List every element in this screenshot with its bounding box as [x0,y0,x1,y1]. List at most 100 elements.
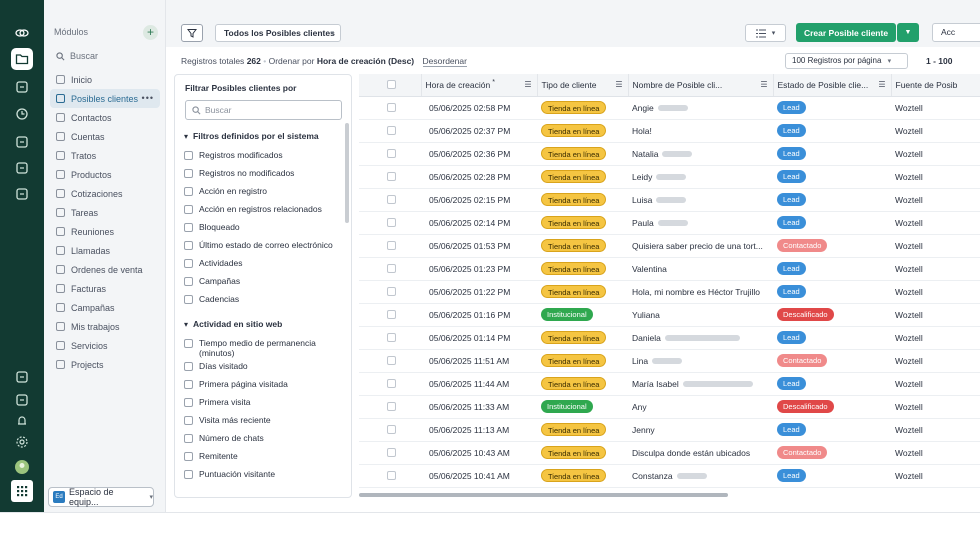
filter-checkbox[interactable] [184,416,193,425]
column-menu-icon[interactable]: ☰ [524,80,531,89]
lead-name[interactable]: Natalia [632,149,658,159]
filter-checkbox[interactable] [184,151,193,160]
lead-name[interactable]: Luisa [632,195,652,205]
filter-section-header[interactable]: ▾ Filtros definidos por el sistema [184,129,339,143]
lead-name-cell[interactable]: Paula [628,211,773,235]
filter-checkbox[interactable] [184,205,193,214]
lead-name[interactable]: Hola, mi nombre es Héctor Trujillo [632,287,760,297]
lead-name-cell[interactable]: Leidy [628,165,773,189]
lead-name[interactable]: Quisiera saber precio de una tort... [632,241,763,251]
filter-option[interactable]: Visita más reciente [184,412,339,430]
lead-name-cell[interactable]: María Isabel [628,372,773,396]
module-item[interactable]: Projects [50,355,160,374]
module-item[interactable]: Ordenes de venta [50,260,160,279]
module-item[interactable]: Tareas [50,203,160,222]
table-row[interactable]: 05/06/2025 02:58 PM Tienda en línea Angie L… [359,96,980,120]
filter-checkbox[interactable] [184,398,193,407]
lead-name-cell[interactable]: Lina [628,349,773,373]
filter-scrollbar[interactable] [345,123,349,223]
filter-option[interactable]: Registros modificados [184,147,339,165]
lead-name[interactable]: Angie [632,103,654,113]
bell-icon[interactable] [11,410,33,432]
horizontal-scrollbar[interactable] [359,493,728,497]
column-menu-icon[interactable]: ☰ [878,80,885,89]
lead-name-cell[interactable]: Jenny [628,418,773,442]
filter-checkbox[interactable] [184,241,193,250]
row-checkbox[interactable] [387,471,396,480]
lead-name[interactable]: Valentina [632,264,667,274]
table-row[interactable]: 05/06/2025 01:23 PM Tienda en línea Valent… [359,257,980,281]
row-checkbox[interactable] [387,241,396,250]
filter-option[interactable]: Remitente [184,448,339,466]
column-header-name[interactable]: Nombre de Posible cli... ☰ [628,74,774,97]
create-lead-button[interactable]: Crear Posible cliente [796,23,896,42]
filter-option[interactable]: Bloqueado [184,219,339,237]
lead-name-cell[interactable]: Hola! [628,119,773,143]
records-per-page-select[interactable]: 100 Registros por página ▾ [785,53,908,69]
lead-name-cell[interactable]: Natalia [628,142,773,166]
lead-name[interactable]: Constanza [632,471,673,481]
table-row[interactable]: 05/06/2025 11:44 AM Tienda en línea María … [359,372,980,396]
table-row[interactable]: 05/06/2025 11:33 AM Institucional Any Desca… [359,395,980,419]
row-checkbox[interactable] [387,126,396,135]
row-checkbox[interactable] [387,287,396,296]
table-row[interactable]: 05/06/2025 11:51 AM Tienda en línea Lina Co… [359,349,980,373]
lead-name[interactable]: Paula [632,218,654,228]
module-item[interactable]: Mis trabajos [50,317,160,336]
lead-name[interactable]: Yuliana [632,310,660,320]
sort-field[interactable]: Hora de creación (Desc) [317,56,414,66]
filter-checkbox[interactable] [184,187,193,196]
row-checkbox[interactable] [387,103,396,112]
lead-name-cell[interactable]: Quisiera saber precio de una tort... [628,234,773,258]
module-item[interactable]: Posibles clientes ••• [50,89,160,108]
module-item[interactable]: Servicios [50,336,160,355]
more-options-icon[interactable]: ••• [142,93,154,103]
filter-option[interactable]: Registros no modificados [184,165,339,183]
column-header-source[interactable]: Fuente de Posib [891,74,980,97]
row-checkbox[interactable] [387,149,396,158]
table-row[interactable]: 05/06/2025 01:14 PM Tienda en línea Daniel… [359,326,980,350]
row-checkbox[interactable] [387,402,396,411]
filter-checkbox[interactable] [184,169,193,178]
column-menu-icon[interactable]: ☰ [615,80,622,89]
table-row[interactable]: 05/06/2025 01:22 PM Tienda en línea Hola, … [359,280,980,304]
view-selector[interactable]: Todos los Posibles clientes ▾ [215,24,341,42]
table-row[interactable]: 05/06/2025 10:43 AM Tienda en línea Discul… [359,441,980,465]
row-checkbox[interactable] [387,310,396,319]
column-header-status[interactable]: Estado de Posible clie... ☰ [773,74,892,97]
lead-name-cell[interactable]: Daniela [628,326,773,350]
module-item[interactable]: Llamadas [50,241,160,260]
lead-name-cell[interactable]: Angie [628,96,773,120]
filter-checkbox[interactable] [184,259,193,268]
row-checkbox[interactable] [387,448,396,457]
filter-checkbox[interactable] [184,470,193,479]
lead-name-cell[interactable]: Any [628,395,773,419]
filter-option[interactable]: Último estado de correo electrónico [184,237,339,255]
chart-icon[interactable] [11,76,33,98]
list-view-button[interactable]: ▾ [745,24,786,42]
modules-search[interactable]: Buscar [56,51,98,61]
filter-option[interactable]: Puntuación visitante [184,466,339,484]
avatar[interactable] [11,456,33,478]
row-checkbox[interactable] [387,195,396,204]
module-item[interactable]: Campañas [50,298,160,317]
row-checkbox[interactable] [387,172,396,181]
filter-toggle-button[interactable] [181,24,203,42]
settings-icon[interactable] [11,431,33,453]
row-checkbox[interactable] [387,218,396,227]
filter-section-header[interactable]: ▾ Actividad en sitio web [184,317,339,331]
filter-option[interactable]: Acción en registros relacionados [184,201,339,219]
folder-icon[interactable] [11,48,33,70]
module-item[interactable]: Tratos [50,146,160,165]
lead-name[interactable]: Any [632,402,647,412]
filter-option[interactable]: Campañas [184,273,339,291]
filter-checkbox[interactable] [184,339,193,348]
table-row[interactable]: 05/06/2025 02:28 PM Tienda en línea Leidy L… [359,165,980,189]
row-checkbox[interactable] [387,379,396,388]
filter-option[interactable]: Número de chats [184,430,339,448]
filter-option[interactable]: Días visitado [184,358,339,376]
filter-checkbox[interactable] [184,223,193,232]
lead-name-cell[interactable]: Constanza [628,464,773,488]
column-menu-icon[interactable]: ☰ [760,80,767,89]
lead-name[interactable]: Leidy [632,172,652,182]
